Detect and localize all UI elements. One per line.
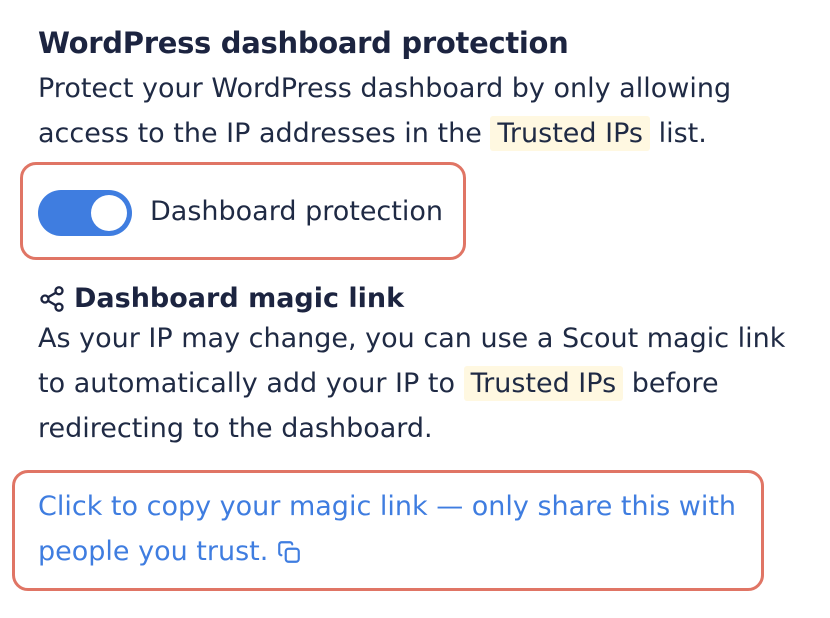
section-description: Protect your WordPress dashboard by only…: [38, 66, 731, 156]
section-title: WordPress dashboard protection: [38, 26, 569, 60]
magic-link-description-line-2: to automatically add your IP to Trusted …: [38, 361, 785, 406]
toggle-knob: [91, 195, 127, 231]
share-icon: [40, 286, 64, 312]
section-description-suffix: list.: [658, 118, 707, 149]
dashboard-protection-toggle[interactable]: [38, 190, 132, 236]
section-description-line-1: Protect your WordPress dashboard by only…: [38, 73, 732, 104]
magic-link-title: Dashboard magic link: [74, 283, 405, 314]
copy-icon[interactable]: [276, 539, 302, 565]
trusted-ips-badge-2: Trusted IPs: [463, 366, 624, 401]
magic-link-description-line-3: redirecting to the dashboard.: [38, 413, 433, 444]
copy-magic-link[interactable]: Click to copy your magic link — only sha…: [38, 484, 736, 574]
copy-magic-link-line-1[interactable]: Click to copy your magic link — only sha…: [38, 484, 736, 529]
section-description-line-2: access to the IP addresses in the Truste…: [38, 111, 731, 156]
magic-link-description-suffix: before: [631, 368, 719, 399]
magic-link-description: As your IP may change, you can use a Sco…: [38, 316, 785, 451]
trusted-ips-badge: Trusted IPs: [490, 116, 650, 151]
magic-link-description-prefix: to automatically add your IP to: [38, 368, 455, 399]
magic-link-description-line-1: As your IP may change, you can use a Sco…: [38, 323, 786, 354]
dashboard-protection-label: Dashboard protection: [150, 196, 443, 227]
section-description-prefix: access to the IP addresses in the: [38, 118, 482, 149]
copy-magic-link-text[interactable]: people you trust.: [38, 536, 268, 567]
copy-magic-link-line-2[interactable]: people you trust.: [38, 529, 736, 574]
